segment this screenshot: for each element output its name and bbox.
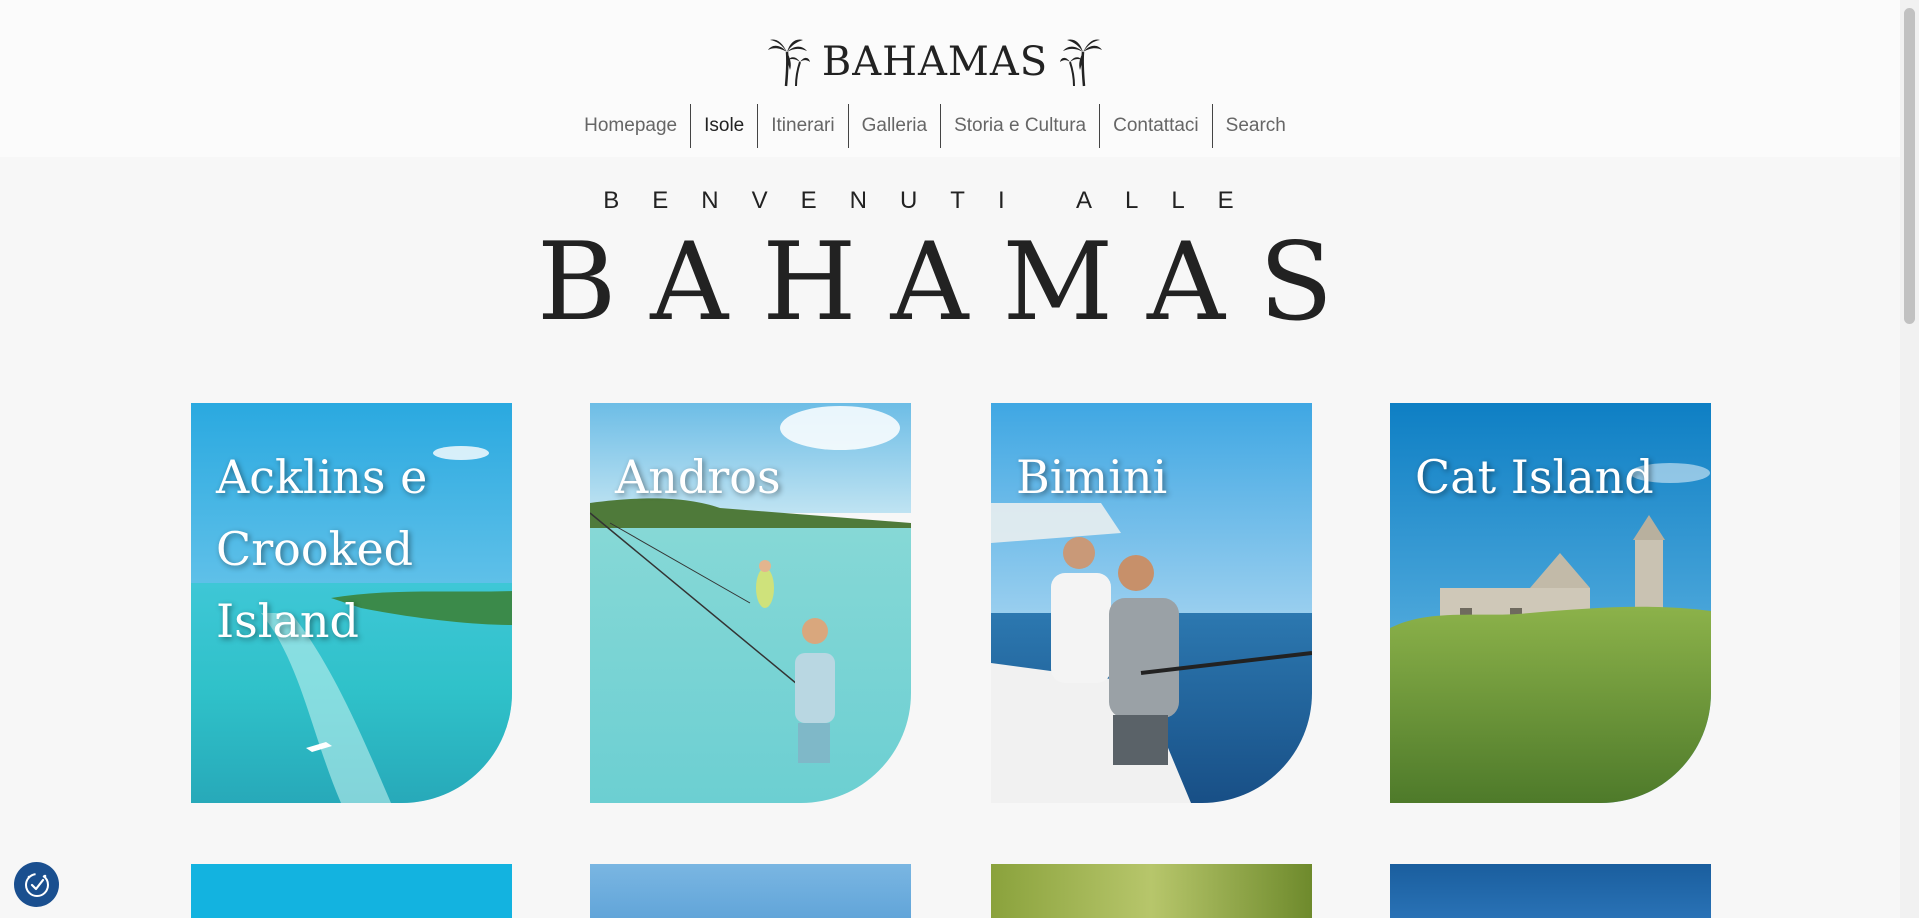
nav-item-homepage[interactable]: Homepage [571, 104, 690, 148]
island-card-acklins[interactable]: Acklins e Crooked Island [191, 403, 512, 803]
island-card-title: Bimini [1016, 450, 1168, 504]
island-card-row2-4[interactable] [1390, 864, 1711, 918]
island-card-row2-1[interactable] [191, 864, 512, 918]
site-logo-text: BAHAMAS [821, 39, 1049, 85]
island-card-title: Andros [615, 450, 781, 504]
island-card-bimini[interactable]: Bimini [991, 403, 1312, 803]
nav-item-itinerari[interactable]: Itinerari [757, 104, 847, 148]
main-nav: Homepage Isole Itinerari Galleria Storia… [0, 104, 1870, 148]
island-card-cat-island[interactable]: Cat Island [1390, 403, 1711, 803]
page-scrollbar[interactable] [1900, 0, 1919, 918]
island-card-title: Acklins e Crooked Island [216, 450, 428, 648]
hero-title: BAHAMAS [536, 220, 1368, 345]
scrollbar-thumb[interactable] [1904, 8, 1915, 324]
nav-item-search[interactable]: Search [1211, 104, 1299, 148]
island-card-row2-3[interactable] [991, 864, 1312, 918]
palm-tree-icon [767, 39, 810, 87]
palm-tree-icon [1060, 39, 1103, 87]
island-card-andros[interactable]: Andros [590, 403, 911, 803]
site-logo[interactable]: BAHAMAS [0, 36, 1870, 88]
nav-item-storia-e-cultura[interactable]: Storia e Cultura [940, 104, 1099, 148]
cookie-consent-icon [24, 872, 49, 897]
hero-subtitle: BENVENUTI ALLE [603, 187, 1267, 214]
nav-item-contattaci[interactable]: Contattaci [1099, 104, 1212, 148]
nav-item-isole[interactable]: Isole [690, 104, 757, 148]
nav-item-galleria[interactable]: Galleria [847, 104, 940, 148]
cookie-consent-button[interactable] [14, 862, 59, 907]
island-card-row2-2[interactable] [590, 864, 911, 918]
site-header: BAHAMAS Homepage Isole Itinerari Galleri… [0, 0, 1900, 157]
island-card-title: Cat Island [1415, 450, 1654, 504]
